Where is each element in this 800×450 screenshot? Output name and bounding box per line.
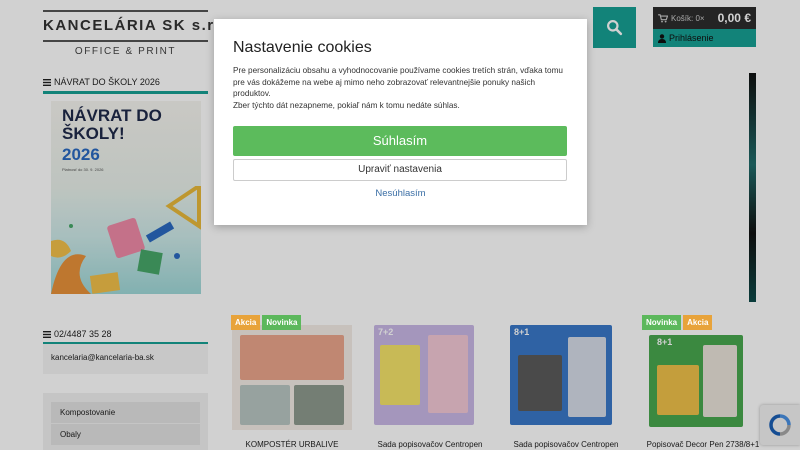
accept-cookies-button[interactable]: Súhlasím xyxy=(233,125,567,156)
badge-akcia: Akcia xyxy=(231,315,261,330)
badge-novinka: Novinka xyxy=(642,315,682,330)
badge-akcia: Akcia xyxy=(683,315,713,330)
badge-novinka: Novinka xyxy=(262,315,302,330)
cookie-text-paragraph: Pre personalizáciu obsahu a vyhodnocovan… xyxy=(233,66,563,99)
cookie-text-paragraph: Zber týchto dát nezapneme, pokiaľ nám k … xyxy=(233,101,460,111)
product-badges: Akcia Novinka xyxy=(231,315,302,330)
reject-cookies-link[interactable]: Nesúhlasím xyxy=(233,188,568,199)
cookie-settings-button[interactable]: Upraviť nastavenia xyxy=(233,158,567,181)
product-badges: Novinka Akcia xyxy=(642,315,713,330)
cookie-dialog-title: Nastavenie cookies xyxy=(233,39,372,56)
cookie-dialog-text: Pre personalizáciu obsahu a vyhodnocovan… xyxy=(233,65,568,112)
cookie-consent-dialog: Nastavenie cookies Pre personalizáciu ob… xyxy=(214,19,587,225)
